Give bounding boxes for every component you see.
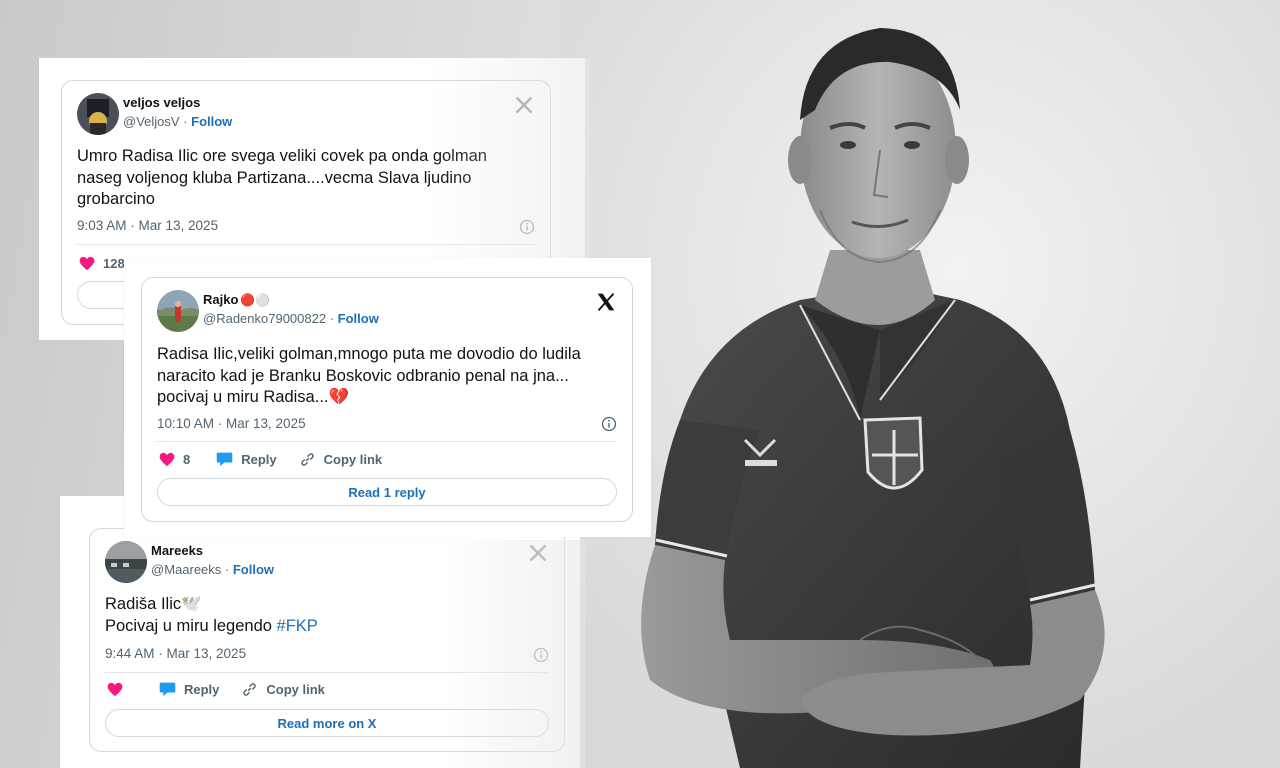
tweet-line-3-text: pocivaj u miru Radisa... — [157, 388, 329, 406]
x-logo-icon[interactable] — [514, 95, 534, 115]
author-handle[interactable]: @Radenko79000822 — [203, 311, 326, 326]
separator-dot: · — [183, 114, 192, 129]
like-button[interactable] — [107, 682, 131, 697]
tweet-line-2-text: Pocivaj u miru legendo — [105, 616, 277, 635]
broken-heart-emoji: 💔 — [328, 388, 350, 406]
author-name[interactable]: Mareeks — [151, 543, 203, 558]
tweet-text: Radisa Ilic,veliki golman,mnogo puta me … — [157, 344, 612, 409]
follow-link[interactable]: Follow — [338, 311, 379, 326]
avatar[interactable] — [157, 290, 199, 332]
heart-icon — [107, 682, 123, 696]
follow-link[interactable]: Follow — [191, 114, 232, 129]
author-name[interactable]: veljos veljos — [123, 95, 200, 110]
tweet-line-3: pocivaj u miru Radisa...💔 — [157, 387, 612, 409]
like-button[interactable]: 128 — [79, 256, 125, 271]
author-handle[interactable]: @VeljosV — [123, 114, 180, 129]
follow-link[interactable]: Follow — [233, 562, 274, 577]
info-icon[interactable] — [601, 416, 617, 432]
info-icon[interactable] — [519, 219, 535, 235]
author-handle-line: @VeljosV · Follow — [123, 114, 232, 129]
link-icon — [243, 682, 257, 696]
author-handle[interactable]: @Maareeks — [151, 562, 221, 577]
separator-dot: · — [329, 311, 338, 326]
hashtag-link[interactable]: #FKP — [277, 617, 318, 635]
divider — [105, 672, 549, 673]
like-count: 8 — [183, 451, 191, 467]
tweet-card-rajko-container: Rajko 🔴⚪ @Radenko79000822 · Follow Radisa… — [124, 258, 651, 537]
reply-bubble-icon — [216, 452, 233, 467]
reply-label: Reply — [241, 451, 277, 467]
tweet-timestamp[interactable]: 9:03 AM · Mar 13, 2025 — [77, 218, 218, 233]
flag-emoji: 🔴⚪ — [240, 293, 271, 307]
dove-emoji: 🕊️ — [181, 595, 202, 613]
author-handle-line: @Radenko79000822 · Follow — [203, 311, 379, 326]
link-icon — [300, 452, 314, 466]
avatar[interactable] — [105, 541, 147, 583]
tweet-timestamp[interactable]: 10:10 AM · Mar 13, 2025 — [157, 416, 306, 431]
author-name-text: Rajko — [203, 292, 239, 307]
author-name[interactable]: Rajko 🔴⚪ — [203, 292, 270, 307]
copy-link-button[interactable]: Copy link — [241, 681, 325, 698]
x-logo-icon[interactable] — [596, 292, 616, 312]
reply-bubble-icon — [159, 682, 176, 697]
reply-label: Reply — [184, 681, 220, 697]
copy-link-label: Copy link — [266, 681, 325, 697]
separator-dot: · — [224, 562, 233, 577]
copy-link-label: Copy link — [323, 451, 383, 467]
heart-icon — [159, 452, 175, 466]
tweet-line-1: Radiša Ilic🕊️ — [105, 594, 544, 616]
read-replies-button[interactable]: Read 1 reply — [157, 478, 617, 506]
tweet-line-1: Radisa Ilic,veliki golman,mnogo puta me … — [157, 345, 581, 363]
tweet-text: Umro Radisa Ilic ore svega veliki covek … — [77, 147, 487, 208]
divider — [157, 441, 617, 442]
avatar[interactable] — [77, 93, 119, 135]
x-logo-icon[interactable] — [528, 543, 548, 563]
tweet-text: Radiša Ilic🕊️ Pocivaj u miru legendo #FK… — [105, 594, 544, 637]
reply-button[interactable]: Reply — [216, 451, 277, 467]
action-bar: Reply Copy link — [107, 679, 549, 699]
tweet-line-1-text: Radiša Ilic — [105, 595, 182, 613]
like-button[interactable]: 8 — [159, 452, 190, 467]
like-count: 128 — [103, 255, 125, 271]
divider — [77, 244, 535, 245]
player-photo — [560, 0, 1280, 768]
tweet-line-2: naracito kad je Branku Boskovic odbranio… — [157, 366, 569, 385]
reply-button[interactable]: Reply — [159, 681, 219, 697]
read-more-on-x-button[interactable]: Read more on X — [105, 709, 549, 737]
action-bar: 8 Reply Copy link — [159, 449, 617, 469]
tweet-timestamp[interactable]: 9:44 AM · Mar 13, 2025 — [105, 646, 246, 661]
tweet-card-rajko: Rajko 🔴⚪ @Radenko79000822 · Follow Radisa… — [141, 277, 633, 522]
heart-icon — [79, 256, 95, 270]
author-handle-line: @Maareeks · Follow — [151, 562, 274, 577]
info-icon[interactable] — [533, 647, 549, 663]
tweet-card-mareeks: Mareeks @Maareeks · Follow Radiša Ilic🕊️… — [89, 528, 565, 752]
copy-link-button[interactable]: Copy link — [299, 451, 383, 468]
tweet-line-2: Pocivaj u miru legendo #FKP — [105, 616, 544, 638]
